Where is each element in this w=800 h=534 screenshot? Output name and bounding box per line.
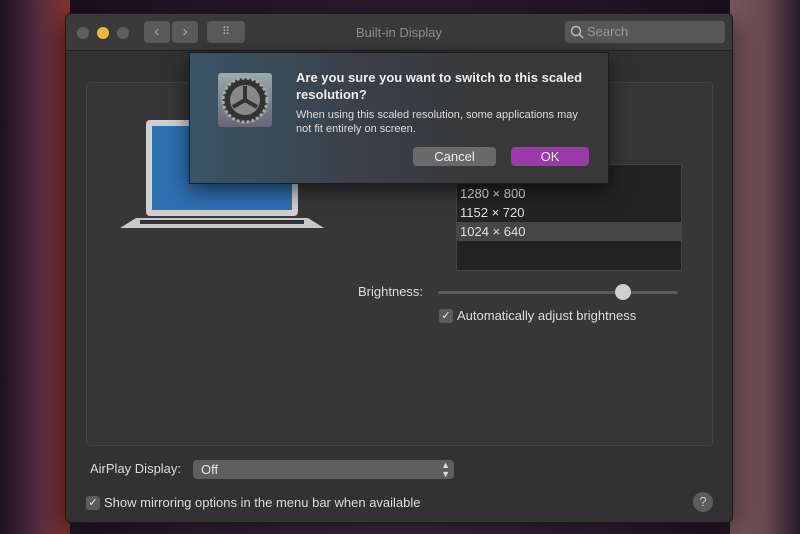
search-input[interactable]: Search [565, 21, 725, 43]
desktop-wallpaper-right [730, 0, 800, 534]
brightness-slider[interactable] [438, 284, 678, 300]
mirroring-checkbox[interactable]: ✓ [86, 496, 100, 510]
confirm-dialog: Are you sure you want to switch to this … [189, 52, 609, 184]
resolution-option[interactable]: 1152 × 720 [457, 203, 681, 222]
mirroring-label: Show mirroring options in the menu bar w… [104, 495, 421, 510]
system-preferences-gear-icon [218, 73, 272, 127]
airplay-value: Off [201, 462, 219, 477]
auto-brightness-label: Automatically adjust brightness [457, 308, 637, 323]
dialog-title: Are you sure you want to switch to this … [296, 70, 583, 102]
resolution-option-selected[interactable]: 1024 × 640 [457, 222, 681, 241]
chevron-updown-icon: ▲ ▼ [441, 460, 450, 479]
desktop-wallpaper-left [0, 0, 70, 534]
cancel-button[interactable]: Cancel [413, 147, 496, 166]
dialog-message: When using this scaled resolution, some … [296, 109, 578, 135]
ok-button[interactable]: OK [511, 147, 589, 166]
search-placeholder: Search [587, 24, 629, 39]
airplay-label: AirPlay Display: [90, 461, 182, 476]
airplay-select[interactable]: Off ▲ ▼ [193, 460, 454, 479]
brightness-label: Brightness: [358, 284, 424, 299]
title-bar: ‹ › ⠿ Built-in Display Search [66, 14, 732, 51]
resolution-option[interactable]: 1280 × 800 [457, 184, 681, 203]
search-icon [570, 25, 584, 39]
brightness-slider-thumb[interactable] [614, 284, 631, 300]
help-button[interactable]: ? [693, 492, 713, 512]
auto-brightness-checkbox[interactable]: ✓ [439, 309, 453, 323]
